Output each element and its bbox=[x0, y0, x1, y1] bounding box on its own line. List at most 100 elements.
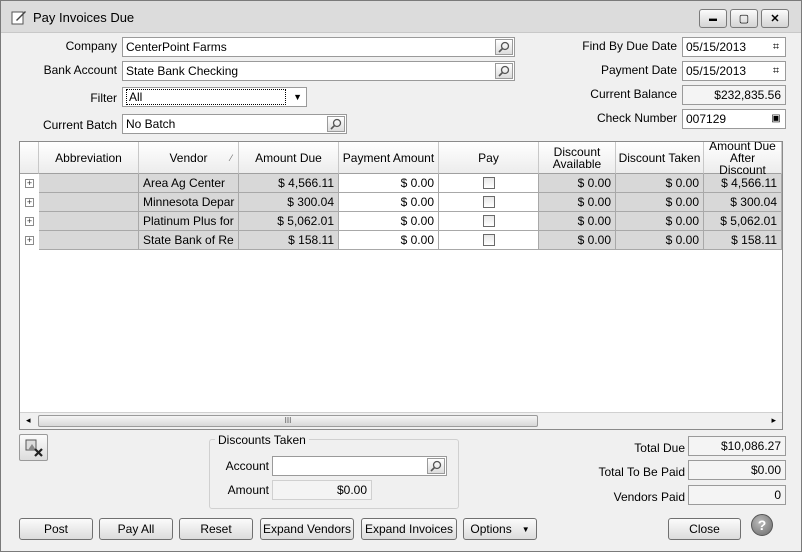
company-lookup-button[interactable] bbox=[495, 39, 513, 55]
batch-lookup-button[interactable] bbox=[327, 116, 345, 132]
column-header-discount-taken[interactable]: Discount Taken bbox=[616, 142, 704, 174]
discount-taken-cell: $ 0.00 bbox=[616, 174, 704, 193]
vendors-paid-field: 0 bbox=[688, 485, 786, 505]
pay-all-button[interactable]: Pay All bbox=[99, 518, 173, 540]
amount-due-cell: $ 5,062.01 bbox=[239, 212, 339, 231]
pay-cell bbox=[439, 174, 539, 193]
clear-selection-button[interactable] bbox=[19, 434, 48, 461]
window-title: Pay Invoices Due bbox=[33, 10, 135, 25]
total-to-be-paid-field: $0.00 bbox=[688, 460, 786, 480]
scrollbar-thumb[interactable]: III bbox=[38, 415, 538, 427]
scroll-left-icon[interactable]: ◂ bbox=[26, 415, 31, 426]
minimize-button[interactable]: ▬ bbox=[699, 9, 727, 28]
discounts-taken-title: Discounts Taken bbox=[215, 433, 309, 447]
account-label: Account bbox=[225, 459, 269, 473]
current-batch-label: Current Batch bbox=[42, 118, 117, 132]
horizontal-scrollbar[interactable]: ◂ III ▸ bbox=[20, 412, 782, 429]
calendar-icon[interactable]: ⌗ bbox=[769, 64, 783, 78]
vendor-cell: State Bank of Re bbox=[139, 231, 239, 250]
maximize-button[interactable]: ▢ bbox=[730, 9, 758, 28]
invoice-grid: Abbreviation Vendor ⁄ Amount Due Payment … bbox=[19, 141, 783, 430]
pay-cell bbox=[439, 193, 539, 212]
discount-amount-value: $0.00 bbox=[336, 483, 367, 497]
vendor-header-label: Vendor bbox=[169, 150, 208, 165]
column-header-discount-available[interactable]: Discount Available bbox=[539, 142, 616, 174]
vendor-cell: Minnesota Depar bbox=[139, 193, 239, 212]
company-label: Company bbox=[65, 39, 117, 53]
options-label: Options bbox=[470, 522, 512, 536]
abbreviation-cell bbox=[39, 231, 139, 250]
minimize-icon: ▬ bbox=[709, 14, 717, 23]
amount-after-discount-cell: $ 300.04 bbox=[704, 193, 782, 212]
pay-checkbox[interactable] bbox=[482, 177, 495, 189]
sort-indicator-icon: ⁄ bbox=[230, 152, 232, 163]
close-window-button[interactable]: ✕ bbox=[761, 9, 789, 28]
expand-row-icon[interactable]: + bbox=[25, 198, 34, 207]
discount-available-cell: $ 0.00 bbox=[539, 231, 616, 250]
check-number-picker-icon[interactable]: ▣ bbox=[769, 112, 783, 126]
scroll-right-icon[interactable]: ▸ bbox=[771, 415, 776, 426]
column-header-amount-due-after-discount[interactable]: Amount Due After Discount bbox=[704, 142, 782, 176]
reset-button[interactable]: Reset bbox=[179, 518, 253, 540]
company-value: CenterPoint Farms bbox=[126, 40, 227, 54]
expand-invoices-button[interactable]: Expand Invoices bbox=[361, 518, 457, 540]
clear-payments-icon bbox=[25, 439, 43, 457]
amount-label: Amount bbox=[227, 483, 269, 497]
bank-account-lookup-button[interactable] bbox=[495, 63, 513, 79]
expand-row-icon[interactable]: + bbox=[25, 236, 34, 245]
company-field[interactable]: CenterPoint Farms bbox=[122, 37, 515, 57]
abbreviation-cell bbox=[39, 193, 139, 212]
pay-invoices-app-icon bbox=[11, 11, 26, 25]
expand-row-icon[interactable]: + bbox=[25, 179, 34, 188]
check-number-label: Check Number bbox=[596, 111, 677, 125]
amount-due-cell: $ 158.11 bbox=[239, 231, 339, 250]
options-button[interactable]: Options ▼ bbox=[463, 518, 537, 540]
column-header-abbreviation[interactable]: Abbreviation bbox=[39, 142, 139, 174]
vendors-paid-label: Vendors Paid bbox=[613, 490, 685, 504]
find-by-due-date-value: 05/15/2013 bbox=[686, 40, 747, 54]
maximize-icon: ▢ bbox=[738, 13, 750, 25]
abbreviation-cell bbox=[39, 212, 139, 231]
pay-checkbox[interactable] bbox=[482, 196, 495, 208]
discount-taken-cell: $ 0.00 bbox=[616, 231, 704, 250]
payment-date-field[interactable]: 05/15/2013 ⌗ bbox=[682, 61, 786, 81]
expand-row-icon[interactable]: + bbox=[25, 217, 34, 226]
current-batch-field[interactable]: No Batch bbox=[122, 114, 347, 134]
magnifier-icon bbox=[430, 460, 442, 472]
find-by-due-date-field[interactable]: 05/15/2013 ⌗ bbox=[682, 37, 786, 57]
total-to-be-paid-value: $0.00 bbox=[750, 463, 781, 477]
payment-amount-cell[interactable]: $ 0.00 bbox=[339, 212, 439, 231]
scrollbar-grip-icon: III bbox=[284, 416, 292, 425]
pay-checkbox[interactable] bbox=[482, 215, 495, 227]
discount-taken-cell: $ 0.00 bbox=[616, 193, 704, 212]
check-number-field[interactable]: 007129 ▣ bbox=[682, 109, 786, 129]
account-lookup-button[interactable] bbox=[427, 458, 445, 474]
magnifier-icon bbox=[330, 118, 342, 130]
discount-account-field[interactable] bbox=[272, 456, 447, 476]
total-to-be-paid-label: Total To Be Paid bbox=[598, 465, 685, 479]
column-header-vendor[interactable]: Vendor ⁄ bbox=[139, 142, 239, 174]
pay-checkbox[interactable] bbox=[482, 234, 495, 246]
payment-amount-cell[interactable]: $ 0.00 bbox=[339, 231, 439, 250]
expand-vendors-button[interactable]: Expand Vendors bbox=[260, 518, 354, 540]
column-header-payment-amount[interactable]: Payment Amount bbox=[339, 142, 439, 174]
post-button[interactable]: Post bbox=[19, 518, 93, 540]
calendar-icon[interactable]: ⌗ bbox=[769, 40, 783, 54]
bank-account-field[interactable]: State Bank Checking bbox=[122, 61, 515, 81]
chevron-down-icon: ▼ bbox=[521, 524, 530, 534]
current-balance-field: $232,835.56 bbox=[682, 85, 786, 105]
close-button[interactable]: Close bbox=[668, 518, 741, 540]
column-header-pay[interactable]: Pay bbox=[439, 142, 539, 174]
payment-date-label: Payment Date bbox=[600, 63, 677, 77]
total-due-field: $10,086.27 bbox=[688, 436, 786, 456]
abbreviation-cell bbox=[39, 174, 139, 193]
discount-amount-field: $0.00 bbox=[272, 480, 372, 500]
help-button[interactable]: ? bbox=[751, 514, 773, 536]
filter-select[interactable]: All ▼ bbox=[122, 87, 307, 107]
check-number-value: 007129 bbox=[686, 112, 727, 126]
total-due-label: Total Due bbox=[634, 441, 685, 455]
magnifier-icon bbox=[498, 41, 510, 53]
payment-amount-cell[interactable]: $ 0.00 bbox=[339, 193, 439, 212]
payment-amount-cell[interactable]: $ 0.00 bbox=[339, 174, 439, 193]
column-header-amount-due[interactable]: Amount Due bbox=[239, 142, 339, 174]
